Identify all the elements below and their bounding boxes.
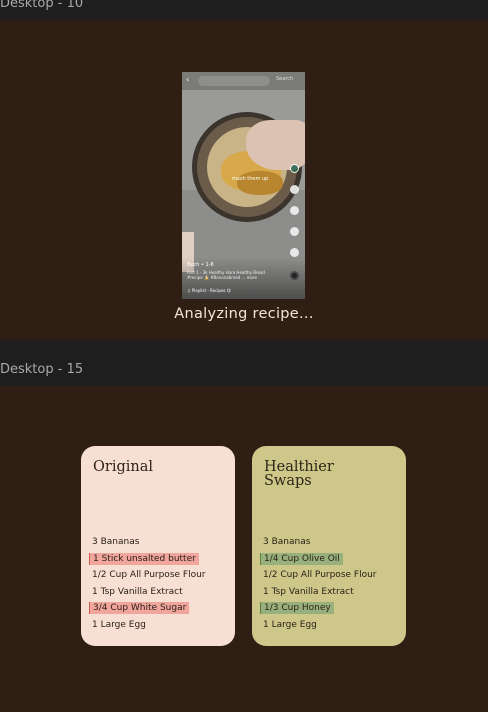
- analyzing-status: Analyzing recipe...: [174, 306, 314, 322]
- share-icon[interactable]: [290, 248, 299, 257]
- ingredient-item: 1/2 Cup All Purpose Flour: [263, 570, 377, 581]
- frame-label-desktop-15[interactable]: Desktop - 15: [0, 360, 488, 386]
- healthier-card-title: Healthier Swaps: [264, 459, 334, 489]
- ingredient-item: 1/2 Cup All Purpose Flour: [92, 570, 206, 581]
- healthier-swaps-card: Healthier Swaps 3 Bananas 1/4 Cup Olive …: [252, 446, 406, 646]
- video-screenshot: ‹ Search mash them up Bech • 1-8 Part 1 …: [182, 72, 305, 299]
- bookmark-icon[interactable]: [290, 227, 299, 236]
- ingredient-item-highlighted: 1/4 Cup Olive Oil: [260, 551, 400, 568]
- search-input[interactable]: [198, 76, 270, 86]
- ingredient-item-highlighted: 1/3 Cup Honey: [260, 600, 400, 617]
- ingredient-item-highlighted: 3/4 Cup White Sugar: [89, 600, 229, 617]
- ingredient-item: 1 Tsp Vanilla Extract: [92, 586, 183, 597]
- avatar-icon[interactable]: [290, 164, 299, 173]
- frame-label-desktop-10[interactable]: Desktop - 10: [0, 0, 488, 16]
- back-icon[interactable]: ‹: [186, 75, 189, 85]
- original-ingredient-list: 3 Bananas 1 Stick unsalted butter 1/2 Cu…: [89, 534, 229, 634]
- frame-desktop-15: Original 3 Bananas 1 Stick unsalted butt…: [0, 386, 488, 712]
- phone-search-bar: ‹ Search: [182, 72, 305, 90]
- original-recipe-card: Original 3 Bananas 1 Stick unsalted butt…: [81, 446, 235, 646]
- video-overlay-text: mash them up: [232, 176, 269, 182]
- video-music[interactable]: ♫ Playlist - Recipes 😋: [187, 288, 231, 293]
- frame-desktop-10: ‹ Search mash them up Bech • 1-8 Part 1 …: [0, 20, 488, 340]
- search-button[interactable]: Search: [276, 76, 293, 82]
- comment-icon[interactable]: [290, 206, 299, 215]
- video-caption: Part 1 - 3k Healthy Hara Healthy Bread #…: [187, 270, 265, 280]
- ingredient-item-highlighted: 1 Stick unsalted butter: [89, 551, 229, 568]
- ingredient-item: 3 Bananas: [263, 537, 311, 547]
- ingredient-item: 1 Tsp Vanilla Extract: [263, 586, 354, 597]
- ingredient-item: 3 Bananas: [92, 537, 140, 547]
- hand-image: [246, 120, 305, 170]
- video-username[interactable]: Bech • 1-8: [187, 262, 214, 268]
- ingredient-item: 1 Large Egg: [263, 619, 317, 630]
- heart-icon[interactable]: [290, 185, 299, 194]
- healthier-ingredient-list: 3 Bananas 1/4 Cup Olive Oil 1/2 Cup All …: [260, 534, 400, 634]
- original-card-title: Original: [93, 459, 153, 475]
- ingredient-item: 1 Large Egg: [92, 619, 146, 630]
